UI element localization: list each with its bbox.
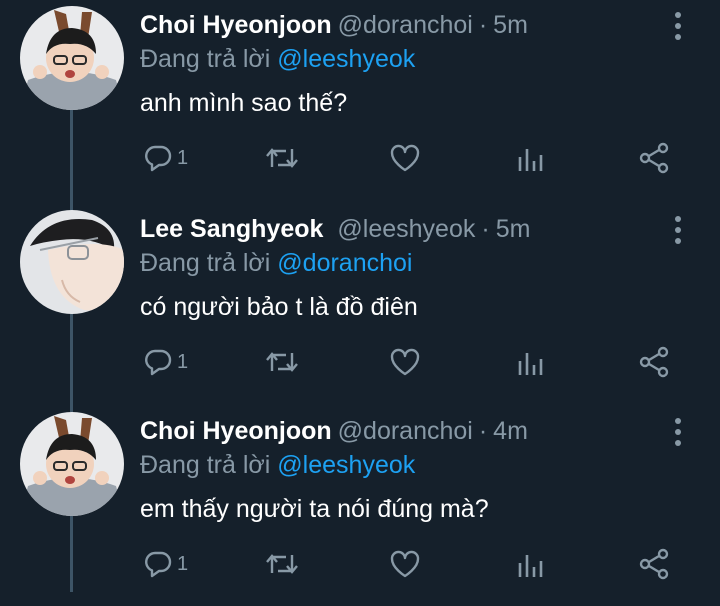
retweet-icon bbox=[266, 148, 298, 168]
retweet-icon bbox=[266, 554, 298, 574]
timestamp[interactable]: 5m bbox=[496, 215, 531, 243]
share-button[interactable] bbox=[639, 140, 671, 176]
like-icon bbox=[390, 348, 420, 376]
tweet[interactable]: Choi Hyeonjoon @doranchoi · 4m Đang trả lời… bbox=[0, 406, 720, 606]
reply-button[interactable]: 1 bbox=[143, 546, 188, 582]
share-button[interactable] bbox=[639, 546, 671, 582]
like-icon bbox=[390, 144, 420, 172]
like-button[interactable] bbox=[389, 546, 421, 582]
mention-link[interactable]: @leeshyeok bbox=[277, 451, 415, 479]
analytics-icon bbox=[518, 353, 543, 375]
more-icon[interactable] bbox=[670, 216, 686, 246]
action-bar: 1 bbox=[0, 140, 720, 176]
separator: · bbox=[481, 215, 490, 243]
display-name[interactable]: Choi Hyeonjoon bbox=[140, 417, 332, 445]
replying-to: Đang trả lời @leeshyeok bbox=[140, 42, 415, 76]
tweet-text: em thấy người ta nói đúng mà? bbox=[140, 495, 489, 523]
share-icon bbox=[639, 142, 669, 174]
replying-prefix: Đang trả lời bbox=[140, 451, 271, 479]
handle[interactable]: @doranchoi bbox=[338, 11, 473, 39]
analytics-icon bbox=[518, 555, 543, 577]
more-icon[interactable] bbox=[670, 12, 686, 42]
retweet-button[interactable] bbox=[264, 140, 300, 176]
reply-button[interactable]: 1 bbox=[143, 140, 188, 176]
handle[interactable]: @doranchoi bbox=[338, 417, 473, 445]
handle[interactable]: @leeshyeok bbox=[337, 215, 475, 243]
reply-button[interactable]: 1 bbox=[143, 344, 188, 380]
reply-count: 1 bbox=[177, 350, 189, 373]
avatar[interactable] bbox=[20, 210, 124, 314]
more-icon[interactable] bbox=[670, 418, 686, 448]
replying-to: Đang trả lời @doranchoi bbox=[140, 246, 412, 280]
share-button[interactable] bbox=[639, 344, 671, 380]
replying-prefix: Đang trả lời bbox=[140, 249, 271, 277]
avatar[interactable] bbox=[20, 6, 124, 110]
action-bar: 1 bbox=[0, 546, 720, 582]
share-icon bbox=[639, 346, 669, 378]
action-bar: 1 bbox=[0, 344, 720, 380]
tweet-header: Choi Hyeonjoon @doranchoi · 5m bbox=[140, 8, 660, 42]
like-button[interactable] bbox=[389, 344, 421, 380]
retweet-icon bbox=[266, 352, 298, 372]
display-name[interactable]: Lee Sanghyeok bbox=[140, 215, 323, 243]
like-button[interactable] bbox=[389, 140, 421, 176]
analytics-button[interactable] bbox=[517, 344, 545, 380]
analytics-button[interactable] bbox=[517, 140, 545, 176]
display-name[interactable]: Choi Hyeonjoon bbox=[140, 11, 332, 39]
reply-count: 1 bbox=[177, 552, 189, 575]
separator: · bbox=[478, 417, 488, 445]
tweet-text: có người bảo t là đồ điên bbox=[140, 293, 418, 321]
tweet[interactable]: Lee Sanghyeok @leeshyeok · 5m Đang trả lời … bbox=[0, 204, 720, 404]
mention-link[interactable]: @doranchoi bbox=[277, 249, 412, 277]
retweet-button[interactable] bbox=[264, 344, 300, 380]
timestamp[interactable]: 4m bbox=[493, 417, 528, 445]
like-icon bbox=[390, 550, 420, 578]
tweet-header: Choi Hyeonjoon @doranchoi · 4m bbox=[140, 414, 660, 448]
mention-link[interactable]: @leeshyeok bbox=[277, 45, 415, 73]
tweet[interactable]: Choi Hyeonjoon @doranchoi · 5m Đang trả lời… bbox=[0, 0, 720, 200]
timestamp[interactable]: 5m bbox=[493, 11, 528, 39]
reply-icon bbox=[145, 145, 172, 172]
separator: · bbox=[478, 11, 488, 39]
share-icon bbox=[639, 548, 669, 580]
reply-icon bbox=[145, 551, 172, 578]
analytics-icon bbox=[518, 149, 543, 171]
tweet-header: Lee Sanghyeok @leeshyeok · 5m bbox=[140, 212, 660, 246]
tweet-text: anh mình sao thế? bbox=[140, 89, 348, 117]
replying-prefix: Đang trả lời bbox=[140, 45, 271, 73]
reply-icon bbox=[145, 349, 172, 376]
analytics-button[interactable] bbox=[517, 546, 545, 582]
avatar[interactable] bbox=[20, 412, 124, 516]
reply-count: 1 bbox=[177, 146, 189, 169]
replying-to: Đang trả lời @leeshyeok bbox=[140, 448, 415, 482]
retweet-button[interactable] bbox=[264, 546, 300, 582]
